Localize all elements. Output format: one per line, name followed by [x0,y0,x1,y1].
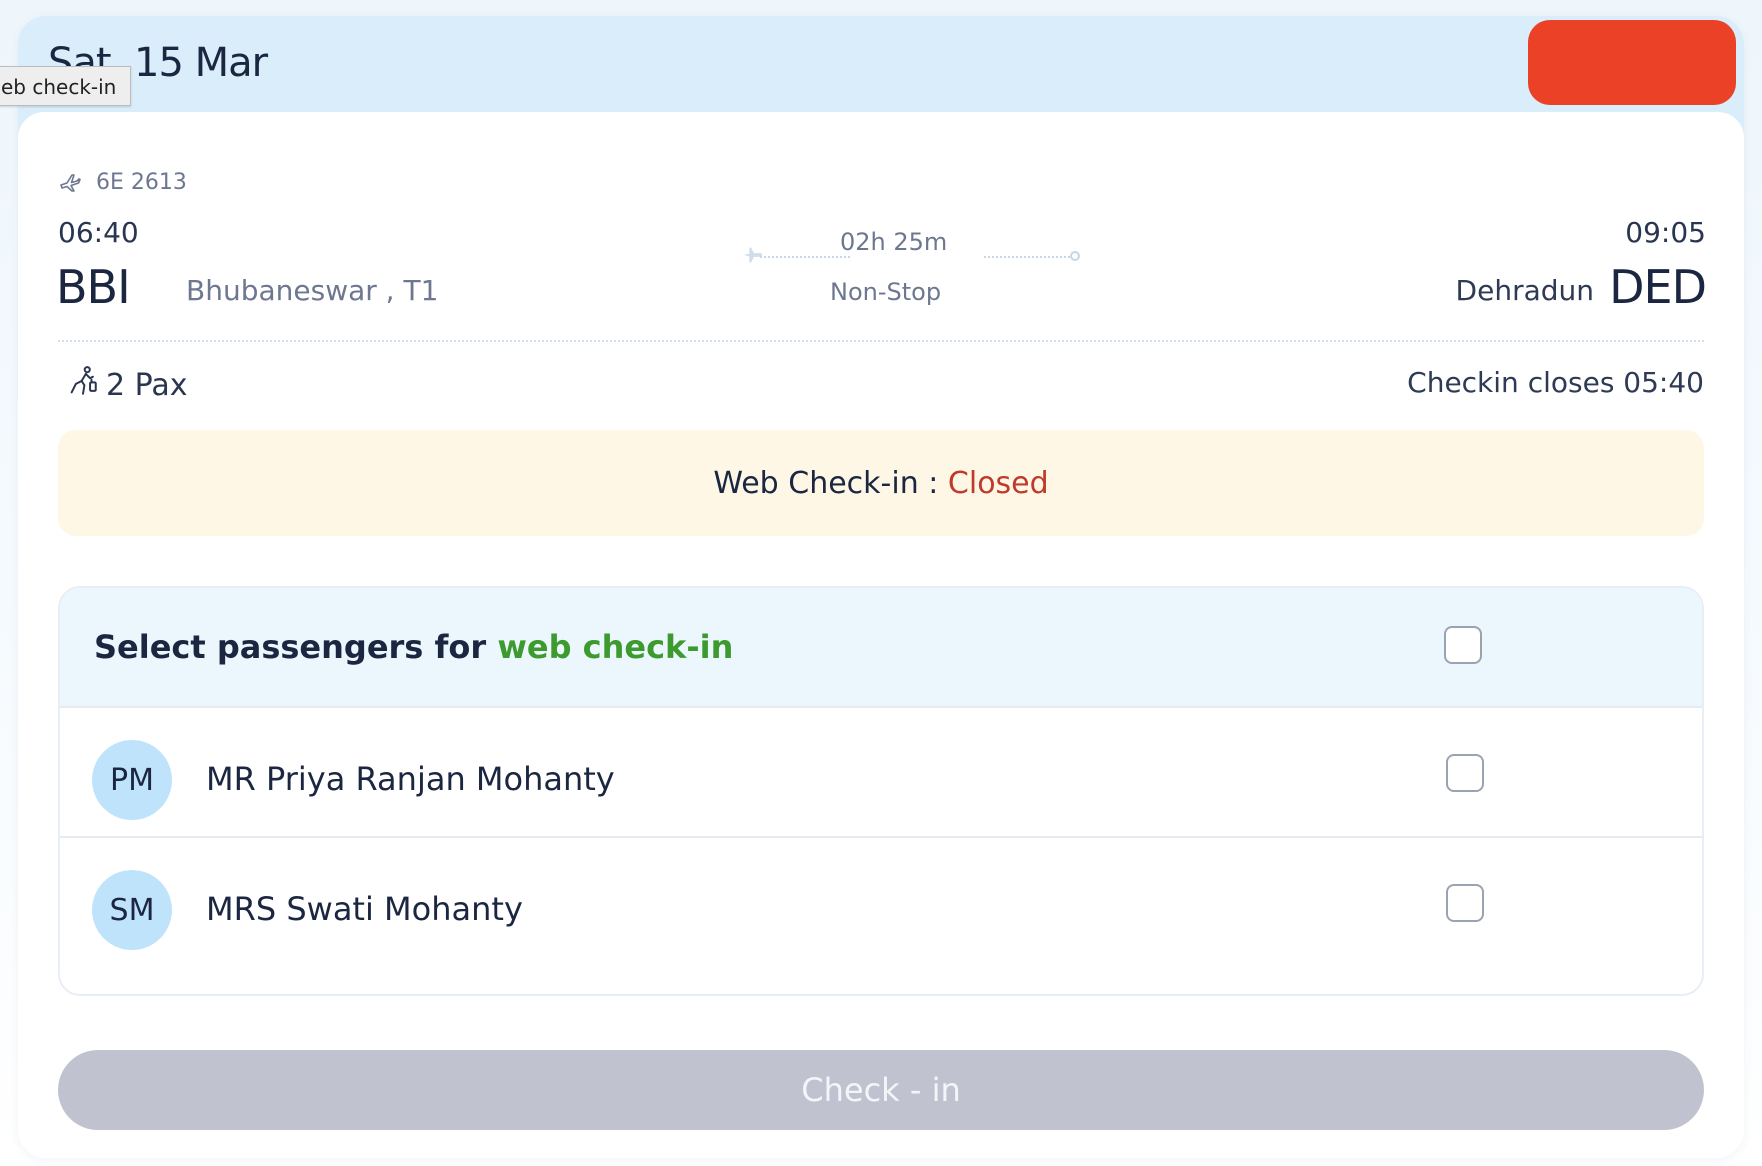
checkin-closes-time: Checkin closes 05:40 [1407,366,1704,399]
select-title-prefix: Select passengers for [94,628,498,666]
avatar: SM [92,870,172,950]
select-all-row: Select passengers for web check-in [60,588,1702,706]
passenger-selection-panel: Select passengers for web check-in PM MR… [58,586,1704,996]
passenger-row[interactable]: SM MRS Swati Mohanty [60,836,1702,980]
pax-count-label: 2 Pax [106,367,188,403]
select-title-accent: web check-in [497,628,734,666]
departure-time: 06:40 [58,216,139,249]
flight-details-panel: 6E 2613 06:40 09:05 BBI Bhubaneswar , T1… [18,112,1744,1158]
flight-checkin-card: Sat, 15 Mar 6E 2613 06:40 09:05 BBI Bhub… [18,16,1744,1158]
web-checkin-status: Web Check-in : Closed [58,430,1704,536]
select-all-checkbox[interactable] [1444,626,1482,664]
origin-code: BBI [56,260,131,314]
passenger-checkbox[interactable] [1446,754,1484,792]
flight-number: 6E 2613 [96,170,187,195]
select-passengers-title: Select passengers for web check-in [94,628,733,666]
origin-city: Bhubaneswar , T1 [186,274,439,307]
status-badge: Closed [947,465,1049,501]
flight-stops: Non-Stop [830,278,942,306]
route-line [984,256,1074,258]
header-action-button[interactable] [1528,20,1736,105]
section-divider [58,340,1704,342]
passenger-checkbox[interactable] [1446,884,1484,922]
passenger-name: MR Priya Ranjan Mohanty [206,760,615,798]
flight-number-row: 6E 2613 [58,170,187,195]
walking-traveler-icon [66,364,100,406]
status-label: Web Check-in : [713,465,948,501]
passenger-count: 2 Pax [66,364,188,406]
route-line [760,256,850,258]
destination-city: Dehradun [1455,274,1594,307]
passenger-row[interactable]: PM MR Priya Ranjan Mohanty [60,706,1702,850]
flight-duration: 02h 25m [840,228,948,256]
passenger-name: MRS Swati Mohanty [206,890,523,928]
destination-code: DED [1609,260,1707,314]
airplane-icon [58,171,82,195]
avatar: PM [92,740,172,820]
tooltip: eb check-in [0,66,132,106]
route-destination-dot [1070,251,1080,261]
arrival-time: 09:05 [1625,216,1706,249]
checkin-button[interactable]: Check - in [58,1050,1704,1130]
